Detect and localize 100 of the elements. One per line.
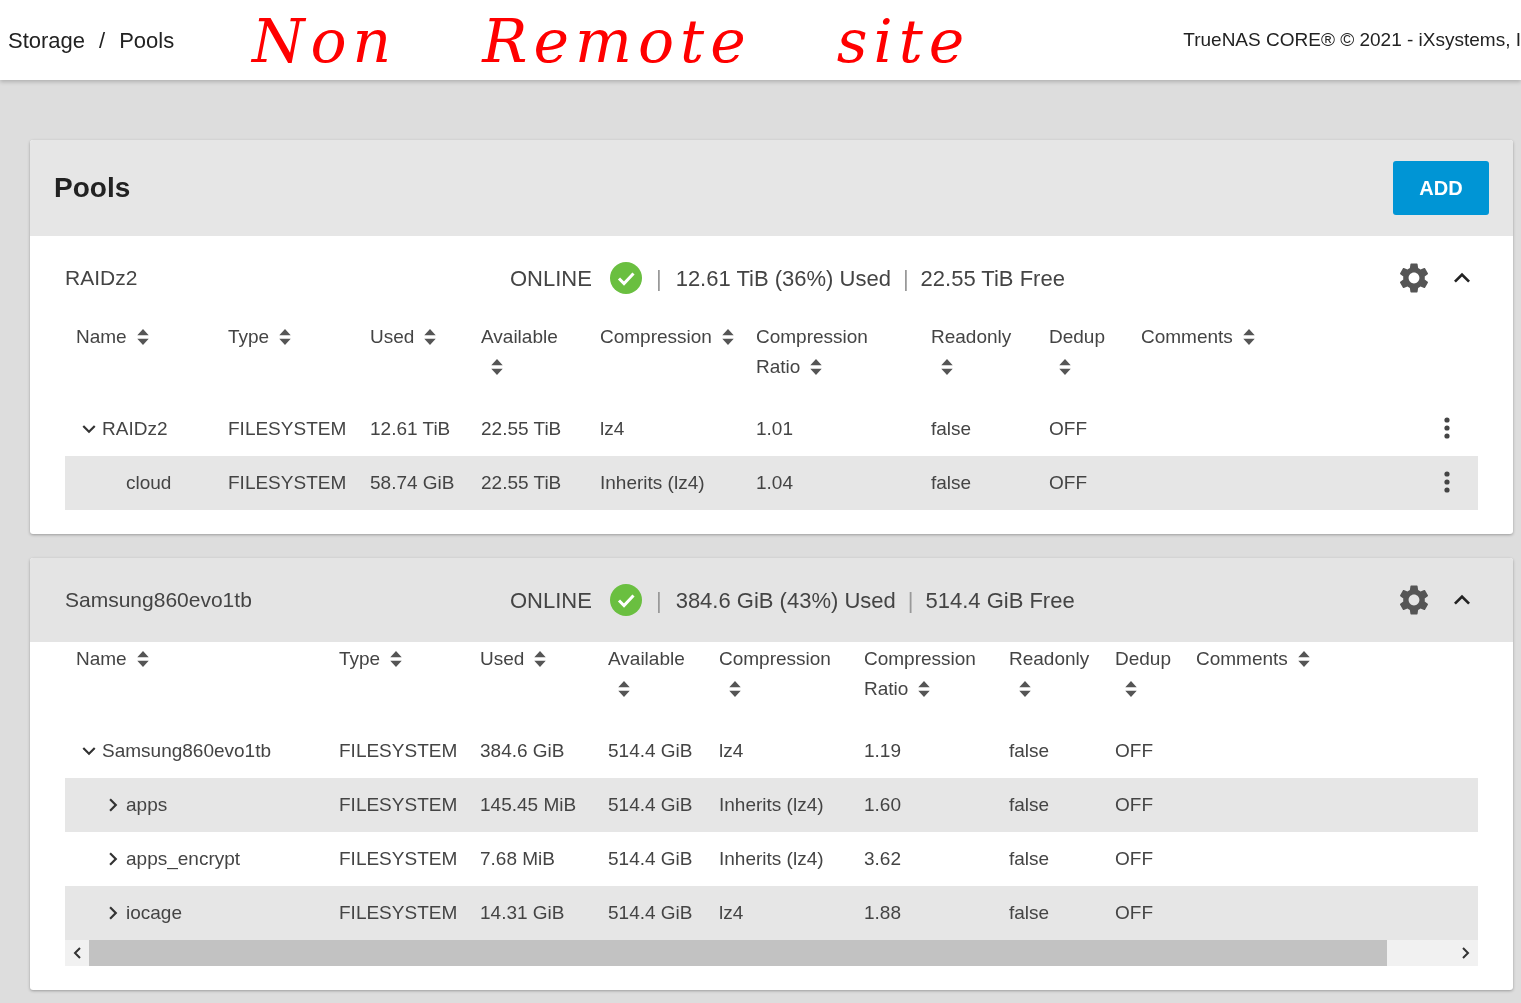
column-header[interactable]: Type [217, 320, 359, 402]
table-cell: 514.4 GiB [597, 724, 708, 778]
table-cell: false [998, 778, 1104, 832]
table-cell: FILESYSTEM [217, 456, 359, 510]
table-cell: OFF [1038, 402, 1130, 456]
sort-icon [729, 681, 741, 697]
table-cell: 1.88 [853, 886, 998, 940]
table-cell: iocage [65, 886, 328, 940]
column-header[interactable]: Comments [1185, 642, 1355, 724]
breadcrumb-link[interactable]: Storage [8, 23, 86, 57]
table-cell: OFF [1104, 724, 1185, 778]
sort-icon [941, 359, 953, 375]
pool-free: 22.55 TiB Free [920, 264, 1065, 293]
sort-icon [136, 651, 149, 667]
copyright-text: TrueNAS CORE® © 2021 - iXsystems, I [1183, 27, 1521, 52]
sort-icon [279, 329, 292, 345]
table-cell: 1.04 [745, 456, 920, 510]
table-cell: 7.68 MiB [469, 832, 597, 886]
table-cell: 514.4 GiB [597, 778, 708, 832]
pool-used: 12.61 TiB (36%) Used [675, 264, 891, 293]
breadcrumb-current: Pools [119, 26, 175, 55]
table-cell: OFF [1104, 886, 1185, 940]
table-cell: 58.74 GiB [359, 456, 470, 510]
table-row[interactable]: apps_encrypt FILESYSTEM 7.68 MiB 514.4 GiB Inherits (lz4) 3.62 false OFF [65, 832, 1478, 886]
sort-icon [1125, 681, 1137, 697]
breadcrumb-separator: / [99, 26, 106, 55]
table-cell: 384.6 GiB [469, 724, 597, 778]
table-cell: 12.61 TiB [359, 402, 470, 456]
table-cell: FILESYSTEM [217, 402, 359, 456]
table-cell: false [920, 402, 1038, 456]
table-cell: lz4 [708, 886, 853, 940]
table-cell: Inherits (lz4) [708, 832, 853, 886]
table-cell: FILESYSTEM [328, 724, 469, 778]
column-header[interactable]: Name [65, 642, 328, 724]
table-cell: cloud [65, 456, 217, 510]
table-cell: OFF [1104, 832, 1185, 886]
table-cell: 1.19 [853, 724, 998, 778]
table-cell: FILESYSTEM [328, 886, 469, 940]
table-cell: 145.45 MiB [469, 778, 597, 832]
arrow-right-icon[interactable] [1462, 947, 1470, 959]
handwritten-annotation: Non Remote site [252, 6, 971, 76]
table-cell: 22.55 TiB [470, 456, 589, 510]
column-header[interactable]: Available [597, 642, 708, 724]
pool-free: 514.4 GiB Free [925, 586, 1075, 615]
sort-icon [534, 651, 547, 667]
table-cell: 1.60 [853, 778, 998, 832]
pool-used: 384.6 GiB (43%) Used [675, 586, 896, 615]
table-cell: false [998, 832, 1104, 886]
column-header[interactable]: Readonly [998, 642, 1104, 724]
pool-name: Samsung860evo1tb [65, 587, 253, 614]
column-header[interactable]: Used [359, 320, 470, 402]
column-header[interactable]: Compression [708, 642, 853, 724]
sort-icon [1242, 329, 1255, 345]
table-cell: FILESYSTEM [328, 832, 469, 886]
sort-icon [1019, 681, 1031, 697]
table-cell: 514.4 GiB [597, 886, 708, 940]
sort-icon [918, 681, 931, 697]
table-cell: 22.55 TiB [470, 402, 589, 456]
table-cell: false [920, 456, 1038, 510]
column-header[interactable]: Compression Ratio [853, 642, 998, 724]
sort-icon [390, 651, 403, 667]
separator: | [655, 264, 662, 293]
horizontal-scrollbar[interactable] [65, 940, 1478, 966]
more-vertical-icon [1444, 470, 1450, 493]
column-header[interactable]: Used [469, 642, 597, 724]
pool-name: RAIDz2 [65, 265, 139, 292]
table-cell: 14.31 GiB [469, 886, 597, 940]
table-cell: 514.4 GiB [597, 832, 708, 886]
column-header[interactable]: Available [470, 320, 589, 402]
sort-icon [136, 329, 149, 345]
table-cell: false [998, 886, 1104, 940]
table-cell: OFF [1104, 778, 1185, 832]
sort-icon [1297, 651, 1310, 667]
sort-icon [1059, 359, 1071, 375]
table-cell: lz4 [708, 724, 853, 778]
pool-status: ONLINE [510, 264, 592, 293]
table-cell: lz4 [589, 402, 745, 456]
table-cell: Inherits (lz4) [708, 778, 853, 832]
column-header[interactable]: Comments [1130, 320, 1300, 402]
more-vertical-icon [1444, 416, 1450, 439]
table-cell: 3.62 [853, 832, 998, 886]
column-header[interactable]: Readonly [920, 320, 1038, 402]
column-header[interactable]: Compression [589, 320, 745, 402]
sort-icon [424, 329, 437, 345]
table-cell: Inherits (lz4) [589, 456, 745, 510]
separator: | [907, 586, 914, 615]
column-header[interactable]: Dedup [1038, 320, 1130, 402]
sort-icon [491, 359, 503, 375]
table-cell: apps [65, 778, 328, 832]
page-title: Pools [54, 171, 131, 205]
table-cell: OFF [1038, 456, 1130, 510]
table-cell: RAIDz2 [65, 402, 217, 456]
sort-icon [618, 681, 630, 697]
table-cell: 1.01 [745, 402, 920, 456]
column-header[interactable]: Dedup [1104, 642, 1185, 724]
arrow-left-icon[interactable] [73, 947, 81, 959]
column-header[interactable]: Type [328, 642, 469, 724]
table-cell: apps_encrypt [65, 832, 328, 886]
column-header[interactable]: Compression Ratio [745, 320, 920, 402]
column-header[interactable]: Name [65, 320, 217, 402]
